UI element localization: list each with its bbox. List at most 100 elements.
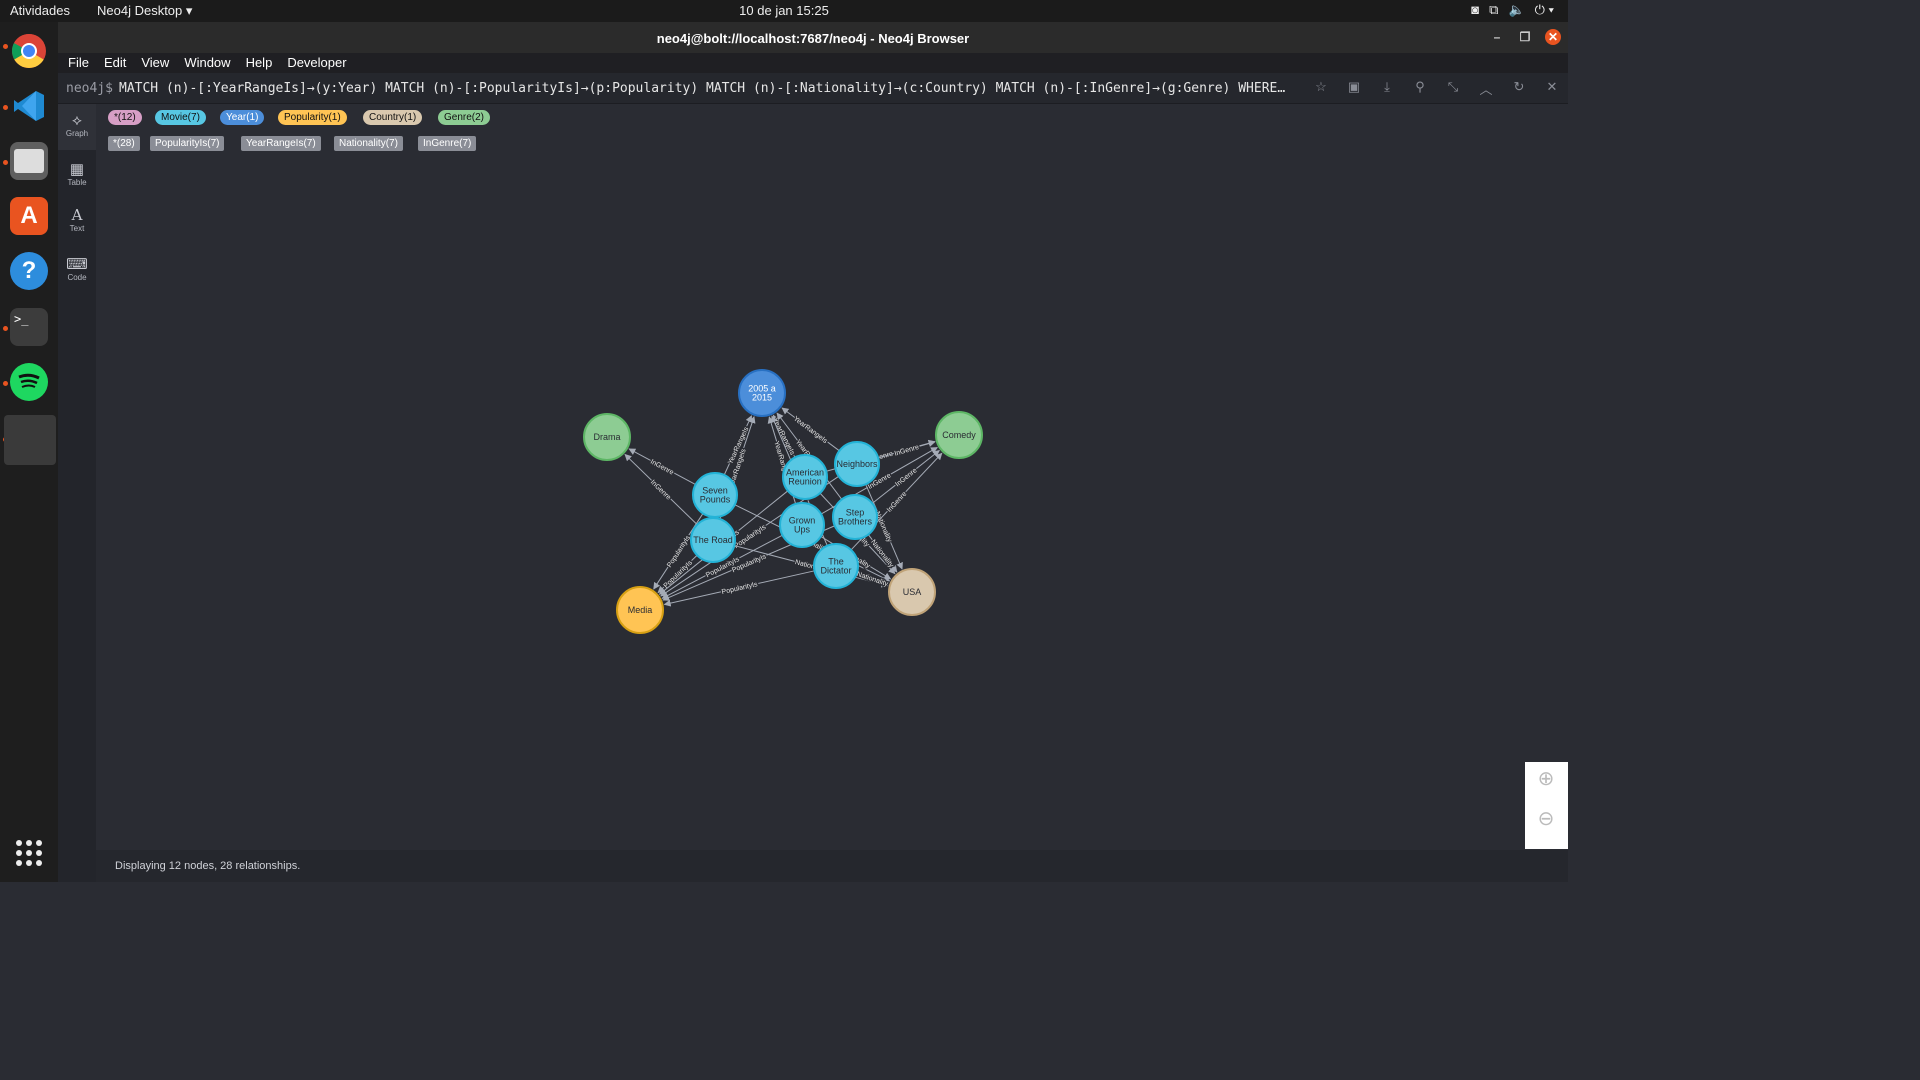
view-table-label: Table bbox=[67, 178, 87, 187]
view-mode-rail: ⟡ Graph ▦ Table A Text ⌨ Code bbox=[58, 104, 96, 882]
power-icon[interactable]: ⏻ ▾ bbox=[1535, 2, 1554, 18]
node-neighbors[interactable]: Neighbors bbox=[834, 441, 880, 487]
node-caption: Neighbors bbox=[836, 459, 878, 469]
table-icon: ▦ bbox=[69, 161, 85, 178]
node-road[interactable]: The Road bbox=[690, 517, 736, 563]
node-american[interactable]: AmericanReunion bbox=[782, 454, 828, 500]
node-label-all[interactable]: *(12) bbox=[108, 110, 142, 125]
rel-type-yearrangeis[interactable]: YearRangeIs(7) bbox=[241, 136, 321, 151]
node-label-country[interactable]: Country(1) bbox=[363, 110, 423, 125]
node-label-genre[interactable]: Genre(2) bbox=[438, 110, 491, 125]
relationship-label: InGenre bbox=[894, 444, 920, 458]
node-caption: 2015 bbox=[752, 393, 772, 403]
graph-canvas[interactable]: YearRangeIs YearRangeIs YearRangeIs YearRan… bbox=[96, 155, 1568, 850]
node-caption: Comedy bbox=[942, 430, 976, 440]
menu-window[interactable]: Window bbox=[174, 53, 235, 70]
node-caption: The Road bbox=[693, 535, 733, 545]
volume-icon[interactable]: 🔈 bbox=[1508, 2, 1524, 18]
relationship-label: InGenre bbox=[649, 479, 672, 502]
activities-button[interactable]: Atividades bbox=[10, 3, 70, 18]
pin-icon[interactable]: ⚲ bbox=[1410, 79, 1430, 98]
node-dictator[interactable]: TheDictator bbox=[813, 543, 859, 589]
collapse-fullscreen-icon[interactable]: ⤡ bbox=[1443, 79, 1463, 98]
rel-type-nationality[interactable]: Nationality(7) bbox=[334, 136, 403, 151]
rel-type-all[interactable]: *(28) bbox=[108, 136, 140, 151]
node-caption: Ups bbox=[794, 525, 811, 535]
show-apps-icon[interactable] bbox=[16, 840, 42, 866]
node-caption: Reunion bbox=[788, 477, 822, 487]
dock: A ? >_ bbox=[0, 22, 58, 882]
close-frame-icon[interactable]: ✕ bbox=[1542, 79, 1562, 98]
clock[interactable]: 10 de jan 15:25 bbox=[0, 3, 1568, 18]
node-label-popularity[interactable]: Popularity(1) bbox=[278, 110, 347, 125]
view-graph-label: Graph bbox=[65, 129, 89, 138]
rerun-icon[interactable]: ↻ bbox=[1509, 79, 1529, 98]
zoom-controls: ⊕ ⊖ bbox=[1525, 762, 1568, 849]
graph-svg[interactable]: YearRangeIsYearRangeIsYearRangeIsYearRan… bbox=[96, 155, 1568, 850]
menu-developer[interactable]: Developer bbox=[277, 53, 351, 70]
window-title: neo4j@bolt://localhost:7687/neo4j - Neo4… bbox=[656, 31, 970, 46]
save-icon[interactable]: ▣ bbox=[1344, 79, 1364, 98]
view-text-label: Text bbox=[69, 224, 85, 233]
neo4j-desktop-dock-item[interactable] bbox=[4, 415, 56, 465]
chrome-icon[interactable] bbox=[10, 32, 48, 70]
view-code-button[interactable]: ⌨ Code bbox=[58, 247, 96, 293]
relationship-label: InGenre bbox=[886, 491, 908, 514]
terminal-icon[interactable]: >_ bbox=[10, 308, 48, 346]
favorite-star-icon[interactable]: ☆ bbox=[1311, 79, 1331, 98]
close-icon[interactable]: ✕ bbox=[1545, 29, 1561, 45]
menu-edit[interactable]: Edit bbox=[94, 53, 131, 70]
query-prompt: neo4j$ bbox=[66, 81, 113, 96]
maximize-icon[interactable]: ❐ bbox=[1517, 29, 1533, 45]
node-caption: USA bbox=[903, 587, 922, 597]
view-code-label: Code bbox=[67, 273, 87, 282]
node-comedy[interactable]: Comedy bbox=[935, 411, 983, 459]
view-text-button[interactable]: A Text bbox=[58, 198, 96, 244]
node-year[interactable]: 2005 a2015 bbox=[738, 369, 786, 417]
query-text[interactable]: MATCH (n)-[:YearRangeIs]→(y:Year) MATCH … bbox=[119, 81, 1289, 96]
node-label-movie[interactable]: Movie(7) bbox=[155, 110, 206, 125]
system-top-bar: Atividades Neo4j Desktop ▾ 10 de jan 15:… bbox=[0, 0, 1568, 22]
node-usa[interactable]: USA bbox=[888, 568, 936, 616]
status-text: Displaying 12 nodes, 28 relationships. bbox=[115, 860, 301, 872]
menu-help[interactable]: Help bbox=[236, 53, 278, 70]
software-center-icon[interactable]: A bbox=[10, 197, 48, 235]
menu-bar: File Edit View Window Help Developer bbox=[58, 53, 1568, 73]
window-title-bar: neo4j@bolt://localhost:7687/neo4j - Neo4… bbox=[58, 22, 1568, 53]
discord-tray-icon[interactable]: ◙ bbox=[1471, 2, 1479, 18]
query-frame-header: neo4j$ MATCH (n)-[:YearRangeIs]→(y:Year)… bbox=[58, 73, 1568, 104]
menu-file[interactable]: File bbox=[58, 53, 94, 70]
download-icon[interactable]: ⤓ bbox=[1377, 79, 1397, 98]
node-label-year[interactable]: Year(1) bbox=[220, 110, 265, 125]
node-caption: Drama bbox=[593, 432, 620, 442]
menu-view[interactable]: View bbox=[131, 53, 174, 70]
zoom-in-icon[interactable]: ⊕ bbox=[1533, 766, 1559, 796]
app-menu[interactable]: Neo4j Desktop ▾ bbox=[97, 3, 192, 19]
text-icon: A bbox=[71, 206, 83, 224]
node-seven[interactable]: SevenPounds bbox=[692, 472, 738, 518]
minimize-icon[interactable]: – bbox=[1489, 29, 1505, 45]
node-caption: Brothers bbox=[838, 517, 873, 527]
vscode-icon[interactable] bbox=[10, 87, 48, 125]
relationship-label: PopularityIs bbox=[721, 581, 759, 596]
node-caption: Pounds bbox=[700, 495, 731, 505]
relationship-label: Nationality bbox=[856, 571, 890, 588]
rel-type-popularityis[interactable]: PopularityIs(7) bbox=[150, 136, 225, 151]
node-step[interactable]: StepBrothers bbox=[832, 494, 878, 540]
node-drama[interactable]: Drama bbox=[583, 413, 631, 461]
help-icon[interactable]: ? bbox=[10, 252, 48, 290]
zoom-out-icon[interactable]: ⊖ bbox=[1533, 806, 1559, 836]
spotify-icon[interactable] bbox=[10, 363, 48, 401]
network-icon[interactable]: ⧉ bbox=[1489, 2, 1498, 18]
node-caption: Dictator bbox=[820, 566, 851, 576]
view-graph-button[interactable]: ⟡ Graph bbox=[58, 104, 96, 150]
view-table-button[interactable]: ▦ Table bbox=[58, 152, 96, 198]
rel-type-ingenre[interactable]: InGenre(7) bbox=[418, 136, 477, 151]
node-caption: Media bbox=[628, 605, 653, 615]
node-grown[interactable]: GrownUps bbox=[779, 502, 825, 548]
node-media[interactable]: Media bbox=[616, 586, 664, 634]
files-icon[interactable] bbox=[10, 142, 48, 180]
chevron-up-icon[interactable]: ︿ bbox=[1476, 79, 1496, 98]
status-footer: Displaying 12 nodes, 28 relationships. bbox=[96, 850, 1568, 882]
relationship-label: InGenre bbox=[649, 459, 675, 477]
